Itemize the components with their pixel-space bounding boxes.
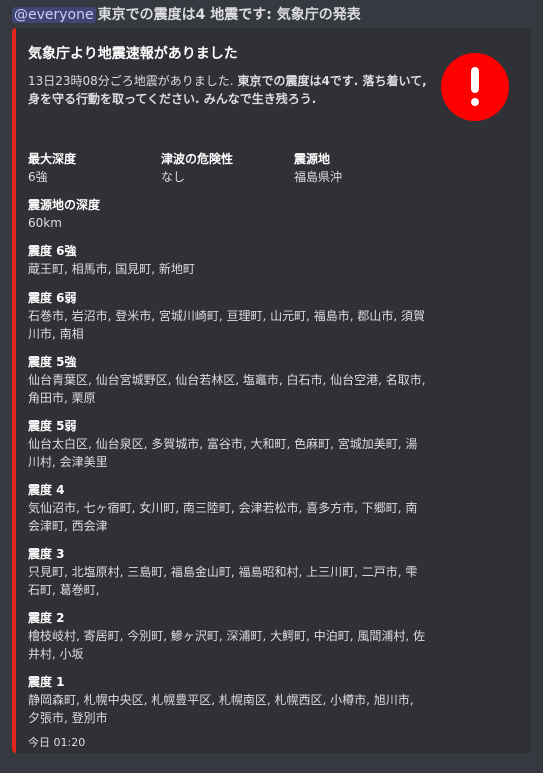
- field-value: 仙台青葉区, 仙台宮城野区, 仙台若林区, 塩竈市, 白石市, 仙台空港, 名取…: [28, 373, 426, 405]
- field-value: 仙台太白区, 仙台泉区, 多賀城市, 富谷市, 大和町, 色麻町, 宮城加美町,…: [28, 437, 418, 469]
- field-epicenter: 震源地 福島県沖: [294, 150, 424, 186]
- field-value: 6強: [28, 170, 48, 184]
- field-intensity-3: 震度 3 只見町, 北塩原村, 三島町, 福島金山町, 福島昭和村, 上三川町,…: [28, 545, 428, 599]
- field-value: 気仙沼市, 七ヶ宿町, 女川町, 南三陸町, 会津若松市, 喜多方市, 下郷町,…: [28, 501, 418, 533]
- everyone-mention[interactable]: @everyone: [12, 7, 96, 23]
- field-intensity-6-upper: 震度 6強 蔵王町, 相馬市, 国見町, 新地町: [28, 242, 428, 278]
- field-value: 福島県沖: [294, 170, 343, 184]
- field-name: 震度 4: [28, 483, 65, 497]
- field-value: 蔵王町, 相馬市, 国見町, 新地町: [28, 262, 195, 276]
- exclamation-alert-icon: [441, 53, 509, 121]
- field-value: 只見町, 北塩原村, 三島町, 福島金山町, 福島昭和村, 上三川町, 二戸市,…: [28, 565, 418, 597]
- field-intensity-4: 震度 4 気仙沼市, 七ヶ宿町, 女川町, 南三陸町, 会津若松市, 喜多方市,…: [28, 481, 428, 535]
- earthquake-embed: 気象庁より地震速報がありました 13日23時08分ごろ地震がありました. 東京で…: [12, 28, 531, 753]
- field-value: 60km: [28, 216, 62, 230]
- embed-accent-bar: [12, 28, 16, 753]
- field-max-intensity: 最大深度 6強: [28, 150, 158, 186]
- field-name: 震度 5弱: [28, 419, 77, 433]
- embed-timestamp: 今日 01:20: [28, 736, 86, 749]
- field-name: 震源地の深度: [28, 198, 101, 212]
- field-name: 津波の危険性: [161, 152, 234, 166]
- field-value: なし: [161, 170, 186, 184]
- field-intensity-1: 震度 1 静岡森町, 札幌中央区, 札幌豊平区, 札幌南区, 札幌西区, 小樽市…: [28, 673, 428, 727]
- field-intensity-5-lower: 震度 5弱 仙台太白区, 仙台泉区, 多賀城市, 富谷市, 大和町, 色麻町, …: [28, 417, 428, 471]
- embed-title: 気象庁より地震速報がありました: [28, 46, 238, 62]
- field-tsunami-risk: 津波の危険性 なし: [161, 150, 291, 186]
- field-name: 震度 3: [28, 547, 65, 561]
- field-name: 震度 6弱: [28, 291, 77, 305]
- message-header: @everyone 東京での震度は4 地震です: 気象庁の発表: [12, 4, 537, 26]
- field-intensity-6-lower: 震度 6弱 石巻市, 岩沼市, 登米市, 宮城川崎町, 亘理町, 山元町, 福島…: [28, 289, 428, 343]
- field-name: 震度 2: [28, 611, 65, 625]
- field-value: 静岡森町, 札幌中央区, 札幌豊平区, 札幌南区, 札幌西区, 小樽市, 旭川市…: [28, 693, 414, 725]
- field-name: 震度 6強: [28, 244, 77, 258]
- exclamation-dot: [471, 98, 479, 106]
- field-name: 最大深度: [28, 152, 77, 166]
- message-text: 東京での震度は4 地震です: 気象庁の発表: [97, 7, 361, 23]
- embed-description: 13日23時08分ごろ地震がありました. 東京での震度は4です. 落ち着いて, …: [28, 72, 428, 108]
- field-intensity-2: 震度 2 檜枝岐村, 寄居町, 今別町, 鰺ヶ沢町, 深浦町, 大鰐町, 中泊町…: [28, 609, 428, 663]
- field-value: 檜枝岐村, 寄居町, 今別町, 鰺ヶ沢町, 深浦町, 大鰐町, 中泊町, 風間浦…: [28, 629, 426, 661]
- description-lead: 13日23時08分ごろ地震がありました.: [28, 74, 234, 88]
- field-name: 震源地: [294, 152, 331, 166]
- field-value: 石巻市, 岩沼市, 登米市, 宮城川崎町, 亘理町, 山元町, 福島市, 郡山市…: [28, 309, 426, 341]
- field-name: 震度 5強: [28, 355, 77, 369]
- field-intensity-5-upper: 震度 5強 仙台青葉区, 仙台宮城野区, 仙台若林区, 塩竈市, 白石市, 仙台…: [28, 353, 428, 407]
- field-name: 震度 1: [28, 675, 65, 689]
- exclamation-bar: [471, 67, 479, 93]
- field-epicenter-depth: 震源地の深度 60km: [28, 196, 428, 232]
